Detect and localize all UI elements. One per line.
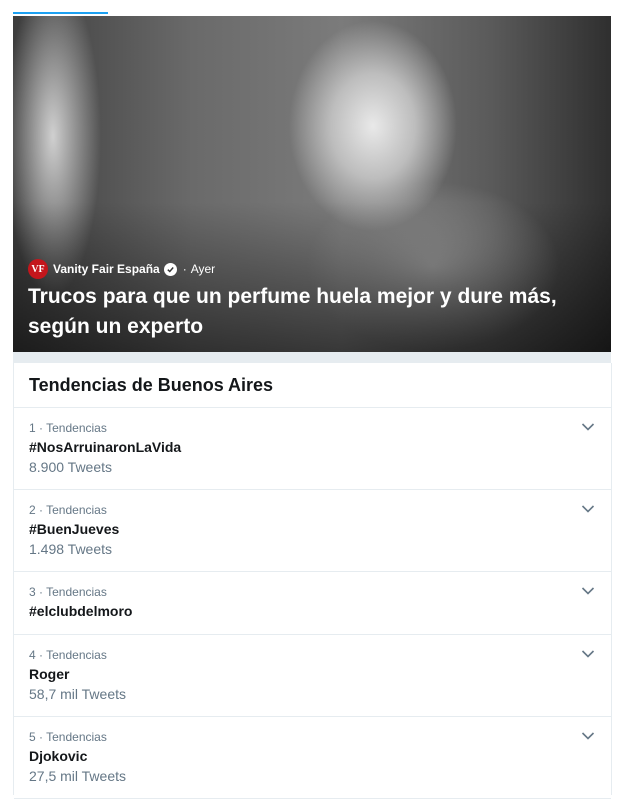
trend-name[interactable]: #BuenJueves — [29, 519, 596, 539]
meta-separator: · — [182, 262, 187, 276]
trends-title: Tendencias de Buenos Aires — [14, 363, 611, 408]
chevron-down-icon[interactable] — [581, 649, 595, 659]
trend-rank: 3 · Tendencias — [29, 585, 107, 599]
active-tab-indicator — [13, 12, 108, 14]
trend-item[interactable]: 5 · Tendencias Djokovic 27,5 mil Tweets — [14, 717, 611, 799]
trend-name[interactable]: #elclubdelmoro — [29, 601, 596, 621]
hero-headline[interactable]: Trucos para que un perfume huela mejor y… — [28, 282, 588, 342]
trend-tweet-count: 8.900 Tweets — [29, 459, 113, 475]
vanity-fair-logo: VF — [28, 259, 48, 279]
hero-meta: VF Vanity Fair España · Ayer — [28, 259, 215, 279]
chevron-down-icon[interactable] — [581, 504, 595, 514]
chevron-down-icon[interactable] — [581, 586, 595, 596]
trend-item[interactable]: 1 · Tendencias #NosArruinaronLaVida 8.90… — [14, 408, 611, 490]
trend-rank: 1 · Tendencias — [29, 421, 107, 435]
hero-news-card[interactable]: VF Vanity Fair España · Ayer Trucos para… — [13, 16, 611, 352]
verified-badge-icon — [163, 262, 177, 276]
trend-name[interactable]: #NosArruinaronLaVida — [29, 437, 596, 457]
trend-item[interactable]: 3 · Tendencias #elclubdelmoro — [14, 572, 611, 635]
trend-rank: 2 · Tendencias — [29, 503, 107, 517]
trends-panel: Tendencias de Buenos Aires 1 · Tendencia… — [13, 363, 612, 799]
chevron-down-icon[interactable] — [581, 422, 595, 432]
trend-rank: 4 · Tendencias — [29, 648, 107, 662]
trend-tweet-count: 1.498 Tweets — [29, 541, 113, 557]
hero-author[interactable]: Vanity Fair España — [53, 262, 160, 276]
chevron-down-icon[interactable] — [581, 731, 595, 741]
trend-name[interactable]: Roger — [29, 664, 596, 684]
trend-item[interactable]: 2 · Tendencias #BuenJueves 1.498 Tweets — [14, 490, 611, 572]
trend-tweet-count: 58,7 mil Tweets — [29, 686, 127, 702]
trend-item[interactable]: 4 · Tendencias Roger 58,7 mil Tweets — [14, 635, 611, 717]
trend-name[interactable]: Djokovic — [29, 746, 596, 766]
section-divider — [13, 352, 611, 363]
hero-time: Ayer — [190, 262, 216, 276]
trend-tweet-count: 27,5 mil Tweets — [29, 768, 127, 784]
trend-rank: 5 · Tendencias — [29, 730, 107, 744]
